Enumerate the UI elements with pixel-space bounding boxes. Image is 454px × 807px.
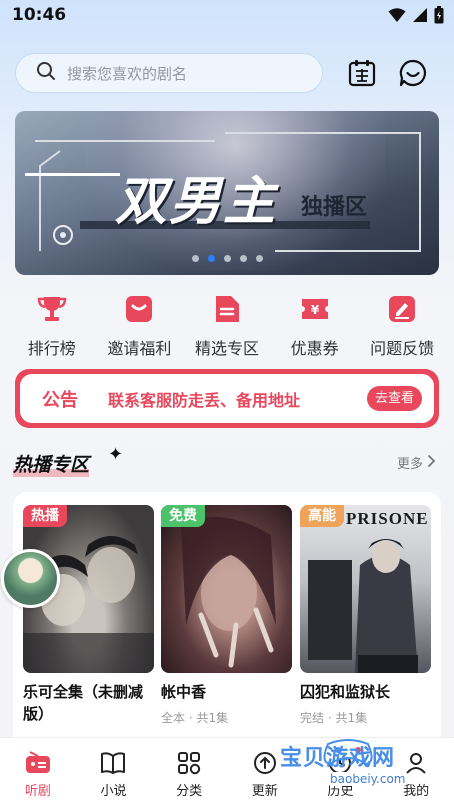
view-notice-button[interactable]: 去查看 bbox=[366, 386, 422, 411]
watermark-url: baobeiy.com bbox=[326, 772, 410, 786]
banner-title: 双男主 bbox=[115, 172, 278, 232]
banner-subtitle: 独播区 bbox=[301, 195, 368, 220]
more-label: 更多 bbox=[396, 457, 423, 472]
carousel-dot[interactable] bbox=[191, 255, 199, 262]
carousel-dots bbox=[15, 255, 439, 262]
status-bar: 10:46 bbox=[0, 0, 454, 30]
drama-meta: 完结 · 共1集 bbox=[300, 711, 368, 725]
watermark: 宝贝游戏网 baobeiy.com bbox=[270, 738, 450, 804]
search-placeholder: 搜索您喜欢的剧名 bbox=[67, 64, 188, 83]
notice-text: 联系客服防走丢、备用地址 bbox=[108, 390, 301, 410]
watermark-text: 宝贝游戏网 bbox=[280, 746, 396, 771]
poster-title-text: PRISONE bbox=[346, 509, 429, 528]
tab-listen[interactable]: 听剧 bbox=[8, 750, 68, 807]
menu-item-coupon[interactable]: ¥ 优惠券 bbox=[272, 292, 358, 359]
menu-label: 邀请福利 bbox=[107, 339, 172, 358]
tab-label: 听剧 bbox=[24, 784, 51, 799]
poster-image: PRISONE 高能 bbox=[300, 505, 431, 673]
drama-meta: 全本 · 共1集 bbox=[161, 711, 229, 725]
edit-icon bbox=[385, 292, 419, 326]
banner-carousel[interactable]: 双男主 独播区 bbox=[15, 111, 439, 275]
chevron-right-icon bbox=[427, 454, 436, 472]
drama-card[interactable]: 免费 帐中香 全本 · 共1集 bbox=[161, 505, 292, 726]
carousel-dot[interactable] bbox=[255, 255, 263, 262]
svg-text:¥: ¥ bbox=[310, 303, 319, 317]
carousel-dot-active[interactable] bbox=[207, 255, 215, 262]
sparkle-icon: ✦ bbox=[108, 444, 124, 465]
battery-icon bbox=[434, 6, 444, 28]
document-icon bbox=[210, 292, 244, 326]
tab-category[interactable]: 分类 bbox=[159, 750, 219, 807]
signal-icon bbox=[412, 7, 428, 27]
sign-in-icon[interactable] bbox=[347, 58, 377, 88]
menu-item-ranking[interactable]: 排行榜 bbox=[9, 292, 95, 359]
tab-novel[interactable]: 小说 bbox=[83, 750, 143, 807]
menu-label: 精选专区 bbox=[194, 339, 259, 358]
drama-title: 乐可全集（未删减版） bbox=[23, 683, 144, 723]
menu-item-feedback[interactable]: 问题反馈 bbox=[359, 292, 445, 359]
menu-item-invite[interactable]: 邀请福利 bbox=[96, 292, 182, 359]
menu-item-featured[interactable]: 精选专区 bbox=[184, 292, 270, 359]
tab-label: 分类 bbox=[176, 784, 203, 799]
quick-menu: 排行榜 邀请福利 精选专区 ¥ 优惠券 问题反馈 bbox=[0, 292, 454, 359]
drama-title: 囚犯和监狱长 bbox=[300, 683, 391, 701]
free-badge: 免费 bbox=[161, 505, 205, 527]
book-icon bbox=[100, 750, 126, 776]
message-icon[interactable] bbox=[398, 58, 428, 88]
carousel-dot[interactable] bbox=[223, 255, 231, 262]
radio-icon bbox=[25, 750, 51, 776]
carousel-dot[interactable] bbox=[239, 255, 247, 262]
hot-drama-panel: 热播 乐可全集（未删减版） 免费 帐中香 全本 · 共1集 PRISONE 高能… bbox=[13, 492, 441, 752]
drama-card[interactable]: 热播 乐可全集（未删减版） bbox=[23, 505, 154, 725]
hot-badge: 热播 bbox=[23, 505, 67, 527]
menu-label: 问题反馈 bbox=[370, 339, 435, 358]
section-title: 热播专区 bbox=[13, 450, 90, 477]
notice-banner[interactable]: 公告 联系客服防走丢、备用地址 去查看 bbox=[15, 369, 439, 428]
wifi-icon bbox=[388, 7, 406, 27]
menu-label: 优惠券 bbox=[290, 339, 339, 358]
menu-label: 排行榜 bbox=[27, 339, 76, 358]
drama-card[interactable]: PRISONE 高能 囚犯和监狱长 完结 · 共1集 bbox=[300, 505, 431, 726]
trophy-icon bbox=[35, 292, 69, 326]
grid-icon bbox=[176, 750, 202, 776]
notice-tag: 公告 bbox=[42, 389, 78, 411]
status-time: 10:46 bbox=[12, 5, 67, 25]
drama-title: 帐中香 bbox=[161, 683, 207, 701]
status-icons bbox=[388, 6, 444, 28]
more-link[interactable]: 更多 bbox=[397, 453, 436, 472]
search-icon bbox=[36, 61, 56, 85]
search-input[interactable]: 搜索您喜欢的剧名 bbox=[15, 53, 323, 93]
coupon-icon: ¥ bbox=[298, 292, 332, 326]
poster-image: 免费 bbox=[161, 505, 292, 673]
gift-icon bbox=[122, 292, 156, 326]
high-energy-badge: 高能 bbox=[300, 505, 344, 527]
floating-avatar[interactable] bbox=[1, 549, 60, 608]
tab-label: 小说 bbox=[100, 784, 127, 799]
